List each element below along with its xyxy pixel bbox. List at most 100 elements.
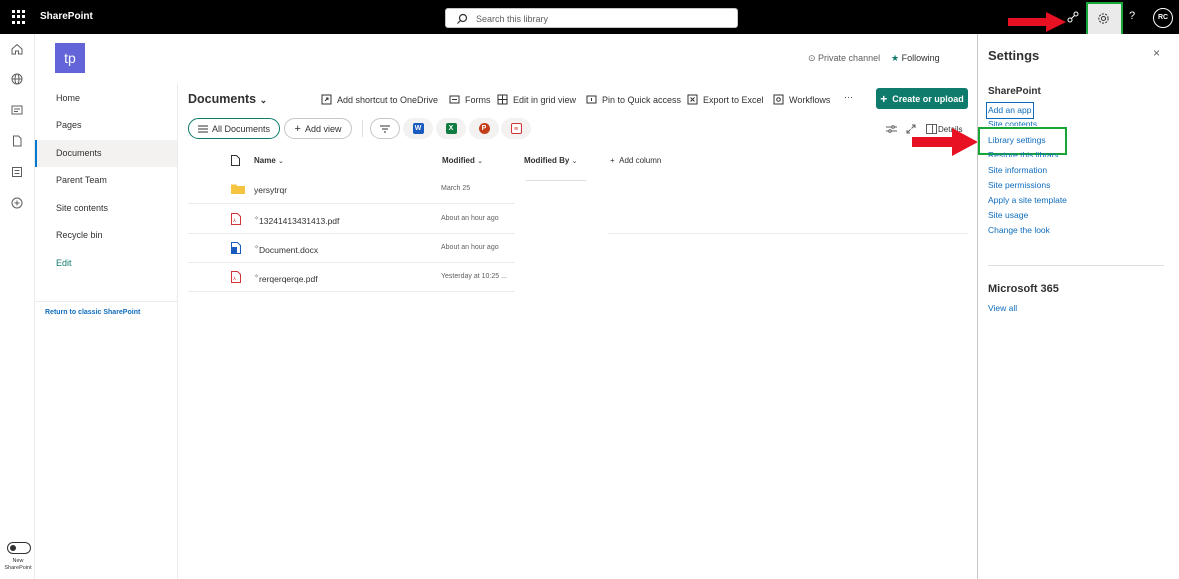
nav-item-recycle-bin[interactable]: Recycle bin (35, 222, 177, 249)
sharepoint-section-heading: SharePoint (988, 86, 1041, 97)
word-filter-pill[interactable]: W (403, 118, 433, 139)
pin-label: Pin to Quick access (602, 94, 682, 105)
column-header-modified[interactable]: Modified ⌄ (442, 156, 483, 165)
forms-label: Forms (465, 94, 491, 105)
excel-icon: X (445, 123, 457, 134)
pdf-filter-pill[interactable]: ≡ (501, 118, 531, 139)
search-input[interactable]: Search this library (476, 14, 548, 24)
settings-link-apply-template[interactable]: Apply a site template (988, 195, 1067, 205)
add-shortcut-button[interactable]: Add shortcut to OneDrive (321, 94, 438, 105)
nav-item-parent-team[interactable]: Parent Team (35, 167, 177, 194)
search-icon (457, 13, 468, 24)
export-label: Export to Excel (703, 94, 764, 105)
excel-filter-pill[interactable]: X (436, 118, 466, 139)
filter-button[interactable] (370, 118, 400, 139)
chevron-down-icon: ⌄ (278, 158, 284, 165)
settings-link-site-usage[interactable]: Site usage (988, 210, 1028, 220)
site-logo[interactable]: tp (55, 43, 85, 73)
avatar[interactable]: RC (1153, 8, 1173, 28)
row-modified: About an hour ago (441, 244, 499, 251)
grid-view-label: Edit in grid view (513, 94, 577, 105)
file-type-header-icon[interactable] (231, 155, 240, 166)
view-all-documents[interactable]: All Documents (188, 118, 280, 139)
workflows-button[interactable]: Workflows (773, 94, 830, 105)
powerpoint-icon: P (478, 123, 490, 134)
nav-item-home[interactable]: Home (35, 85, 177, 112)
left-navigation: Home Pages Documents Parent Team Site co… (35, 84, 178, 579)
more-commands-button[interactable]: ··· (844, 92, 853, 102)
view-all-label: All Documents (211, 123, 271, 134)
row-modified: March 25 (441, 185, 471, 192)
row-modified: About an hour ago (441, 215, 499, 222)
chevron-down-icon: ⌄ (571, 158, 578, 165)
microsoft-365-heading: Microsoft 365 (988, 283, 1059, 295)
nav-divider (35, 301, 177, 302)
word-file-icon (231, 242, 241, 254)
settings-link-restore-library[interactable]: Restore this library (988, 150, 1059, 157)
new-sharepoint-toggle[interactable] (7, 542, 31, 554)
pin-quick-access-button[interactable]: Pin to Quick access (586, 94, 681, 105)
globe-icon[interactable] (10, 72, 24, 86)
nav-edit-link[interactable]: Edit (35, 250, 177, 277)
news-icon[interactable] (10, 103, 24, 117)
create-or-upload-button[interactable]: + Create or upload (876, 88, 968, 109)
settings-link-site-contents[interactable]: Site contents (988, 119, 1037, 126)
nav-item-pages[interactable]: Pages (35, 112, 177, 139)
chevron-down-icon: ⌄ (477, 158, 483, 165)
add-view-button[interactable]: + Add view (284, 118, 352, 139)
nav-item-documents[interactable]: Documents (35, 140, 177, 167)
table-row[interactable]: yersytrqr March 25 (188, 175, 515, 204)
star-icon: ★ (891, 53, 900, 63)
app-launcher-icon[interactable] (12, 10, 26, 24)
view-all-link[interactable]: View all (988, 303, 1017, 313)
help-icon[interactable]: ? (1129, 10, 1135, 22)
nav-item-site-contents[interactable]: Site contents (35, 195, 177, 222)
grid-view-button[interactable]: Edit in grid view (497, 94, 576, 105)
annotation-arrow-gear (1008, 12, 1066, 32)
pdf-file-icon: ⅄ (231, 213, 241, 225)
workflows-label: Workflows (789, 94, 831, 105)
row-name[interactable]: ✧Document.docx (254, 244, 318, 255)
table-row[interactable]: ⅄ ✧rerqerqerqe.pdf Yesterday at 10:25 ..… (188, 263, 515, 292)
powerpoint-filter-pill[interactable]: P (469, 118, 499, 139)
library-title[interactable]: Documents ⌄ (188, 92, 267, 106)
excel-export-icon (687, 94, 698, 105)
share-icon[interactable] (1067, 11, 1079, 23)
plus-icon: + (294, 122, 301, 135)
settings-link-library-settings[interactable]: Library settings (988, 135, 1046, 145)
column-header-modified-by[interactable]: Modified By ⌄ (524, 156, 577, 165)
sliders-icon[interactable] (886, 124, 897, 134)
panel-divider (988, 265, 1164, 266)
table-row[interactable]: ⅄ ✧13241413431413.pdf About an hour ago (188, 205, 515, 234)
search-box[interactable]: Search this library (445, 8, 738, 28)
add-column-button[interactable]: + Add column (610, 156, 661, 165)
table-row[interactable]: ✧Document.docx About an hour ago (188, 234, 515, 263)
forms-icon (449, 95, 460, 104)
settings-link-site-permissions[interactable]: Site permissions (988, 180, 1050, 190)
export-excel-button[interactable]: Export to Excel (687, 94, 764, 105)
settings-link-add-app[interactable]: Add an app (988, 105, 1031, 115)
row-name[interactable]: ✧13241413431413.pdf (254, 215, 339, 226)
gear-icon[interactable] (1097, 12, 1110, 25)
file-icon[interactable] (10, 134, 24, 148)
column-header-name[interactable]: Name ⌄ (254, 156, 284, 165)
row-modified: Yesterday at 10:25 ... (441, 273, 507, 280)
close-icon[interactable]: × (1153, 46, 1160, 60)
pill-divider (362, 120, 363, 137)
row-name[interactable]: ✧rerqerqerqe.pdf (254, 273, 318, 284)
create-icon[interactable] (10, 196, 24, 210)
pdf-icon: ≡ (510, 123, 522, 134)
grid-icon (497, 94, 508, 105)
lists-icon[interactable] (10, 165, 24, 179)
return-classic-link[interactable]: Return to classic SharePoint (45, 309, 140, 316)
settings-link-change-look[interactable]: Change the look (988, 225, 1050, 235)
row-divider (608, 233, 968, 234)
settings-link-site-information[interactable]: Site information (988, 165, 1047, 175)
row-name[interactable]: yersytrqr (254, 185, 287, 195)
app-brand[interactable]: SharePoint (40, 11, 93, 22)
forms-button[interactable]: Forms (449, 94, 491, 105)
home-icon[interactable] (10, 42, 24, 56)
following-button[interactable]: ★ Following (891, 53, 940, 64)
list-view-icon (197, 125, 208, 132)
add-view-label: Add view (304, 123, 342, 134)
